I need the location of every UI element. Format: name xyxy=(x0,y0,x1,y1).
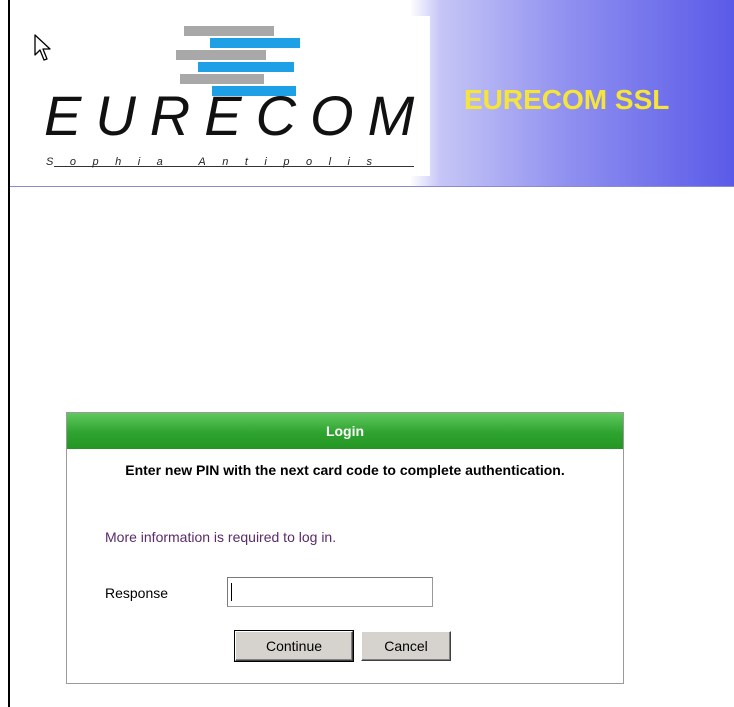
login-heading: Login xyxy=(67,413,623,449)
login-info-text: More information is required to log in. xyxy=(105,529,337,545)
text-caret xyxy=(231,583,232,601)
header-banner: EURECOM Sophia Antipolis EURECOM SSL xyxy=(10,0,734,187)
continue-button[interactable]: Continue xyxy=(234,630,354,662)
logo-subtitle: Sophia Antipolis xyxy=(46,156,389,168)
page-title: EURECOM SSL xyxy=(464,84,670,115)
login-panel: Login Enter new PIN with the next card c… xyxy=(66,412,624,684)
response-label: Response xyxy=(105,585,169,601)
mouse-pointer-icon xyxy=(34,34,51,61)
cancel-button[interactable]: Cancel xyxy=(361,631,451,661)
login-instruction: Enter new PIN with the next card code to… xyxy=(125,462,565,478)
logo-wordmark: EURECOM xyxy=(44,84,429,147)
response-input[interactable] xyxy=(227,577,433,607)
